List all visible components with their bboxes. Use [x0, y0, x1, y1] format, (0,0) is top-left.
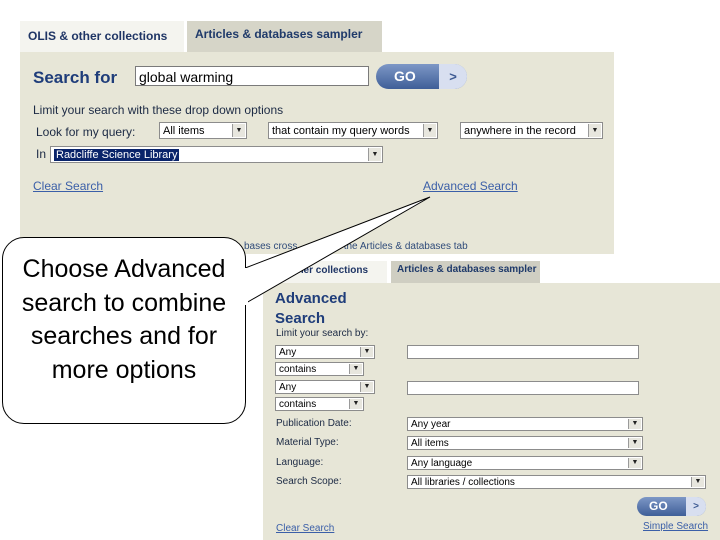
callout-joint	[244, 268, 248, 305]
callout-text: Choose Advanced search to combine search…	[21, 255, 227, 384]
callout-box: Choose Advanced search to combine search…	[2, 237, 246, 424]
